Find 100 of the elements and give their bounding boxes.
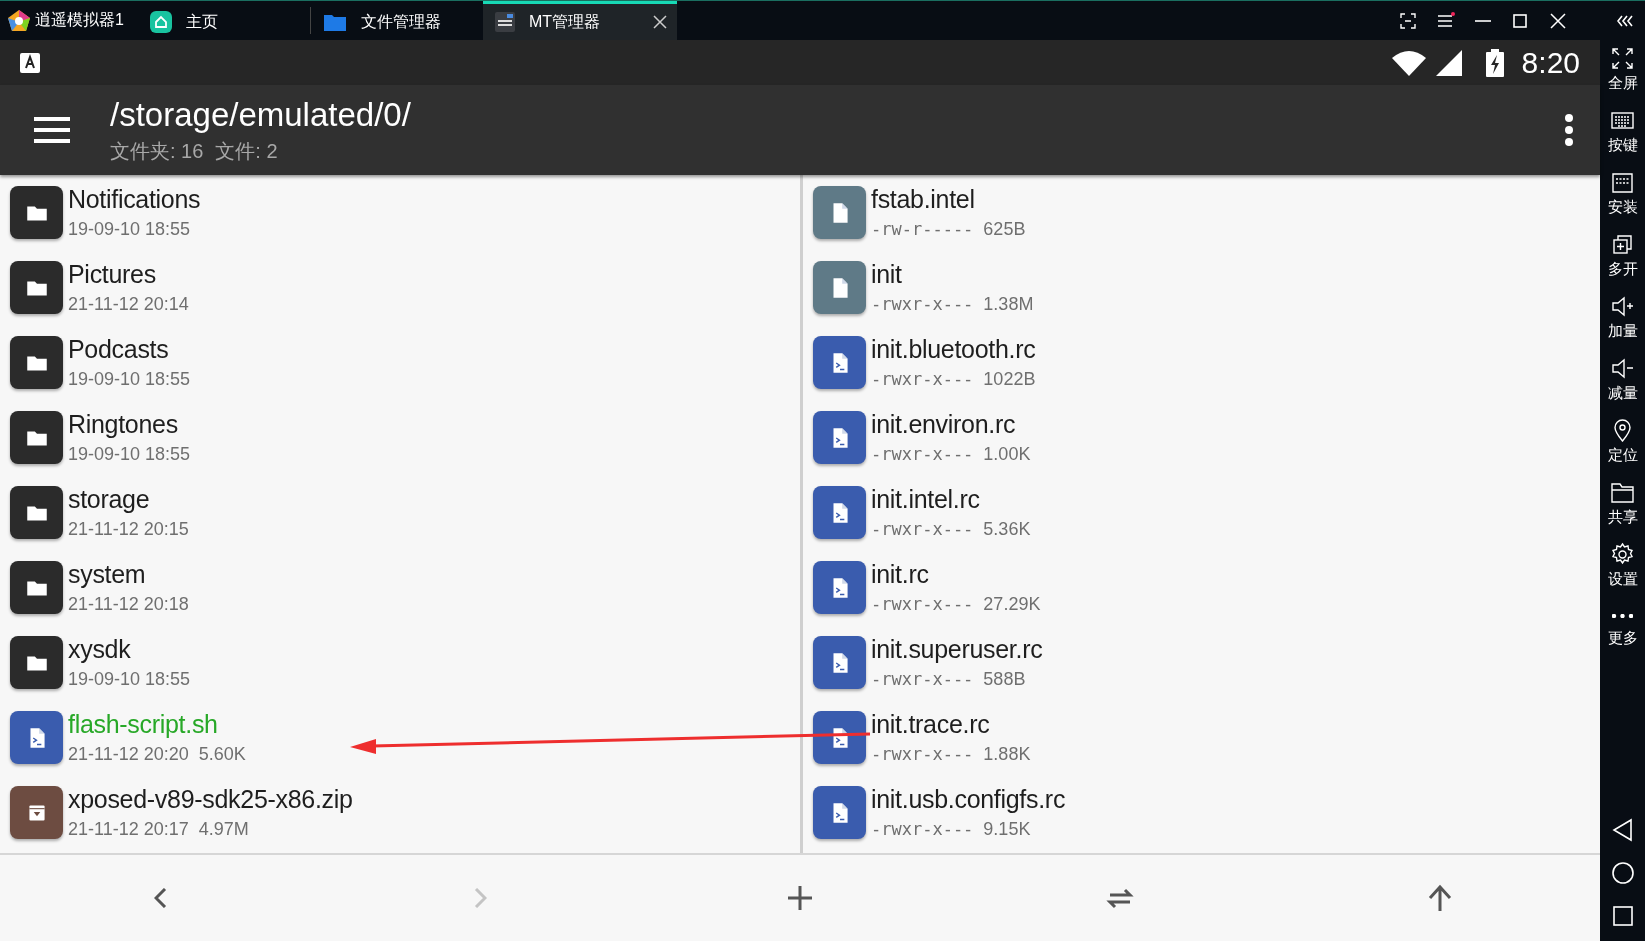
script-file-icon <box>813 411 866 464</box>
app-icon <box>494 12 515 32</box>
script-file-icon <box>10 711 63 764</box>
script-file-icon <box>813 336 866 389</box>
home-icon <box>149 11 172 33</box>
clock-time: 8:20 <box>1521 45 1580 80</box>
file-size: 9.15K <box>983 819 1031 840</box>
file-permissions: -rwxr-x--- <box>871 369 974 390</box>
folder-icon <box>10 336 63 389</box>
modified-date: 19-09-10 18:55 <box>68 369 191 390</box>
modified-date: 21-11-12 20:20 <box>68 744 189 765</box>
file-name[interactable]: Podcasts <box>68 335 191 364</box>
chevron-left-icon <box>153 888 167 908</box>
folder-count: 文件夹: 16 <box>110 138 204 164</box>
file-name[interactable]: init.trace.rc <box>871 710 1031 739</box>
file-name[interactable]: fstab.intel <box>871 185 1026 214</box>
minimize-button[interactable] <box>1475 19 1491 22</box>
file-icon <box>813 186 866 239</box>
file-name[interactable]: Notifications <box>68 185 201 214</box>
folder-icon <box>10 486 63 539</box>
modified-date: 21-11-12 20:15 <box>68 519 189 540</box>
close-icon <box>1549 11 1567 30</box>
file-permissions: -rwxr-x--- <box>871 294 974 315</box>
volume-up-icon <box>1610 294 1635 319</box>
sidebar-button[interactable]: 全屏 <box>1607 46 1638 108</box>
more-options-button[interactable] <box>1564 113 1574 147</box>
file-name[interactable]: init.rc <box>871 560 1041 589</box>
file-permissions: -rwxr-x--- <box>871 519 974 540</box>
script-file-icon <box>813 636 866 689</box>
file-name[interactable]: storage <box>68 485 189 514</box>
screenshot-button[interactable] <box>1399 11 1417 30</box>
home-nav-button[interactable] <box>1609 860 1636 886</box>
wifi-icon <box>1391 49 1426 76</box>
sidebar-button[interactable]: 更多 <box>1607 604 1638 666</box>
file-icon <box>813 261 866 314</box>
script-file-icon <box>813 561 866 614</box>
file-permissions: -rwxr-x--- <box>871 819 974 840</box>
file-size: 1.00K <box>983 444 1031 465</box>
circle-home-icon <box>1609 860 1636 886</box>
settings-icon <box>1610 542 1635 567</box>
file-size: 5.36K <box>983 519 1031 540</box>
menu-button[interactable] <box>1437 11 1455 30</box>
file-size: 625B <box>983 219 1026 240</box>
sidebar-button[interactable]: 减量 <box>1607 356 1638 418</box>
file-name[interactable]: xposed-v89-sdk25-x86.zip <box>68 785 353 814</box>
file-size: 27.29K <box>983 594 1041 615</box>
file-name[interactable]: Ringtones <box>68 410 191 439</box>
script-file-icon <box>813 786 866 839</box>
modified-date: 21-11-12 20:17 <box>68 819 189 840</box>
file-size: 1.88K <box>983 744 1031 765</box>
modified-date: 19-09-10 18:55 <box>68 444 191 465</box>
file-name[interactable]: init.superuser.rc <box>871 635 1043 664</box>
file-name[interactable]: init <box>871 260 1034 289</box>
maximize-icon <box>1511 11 1529 30</box>
sidebar-button[interactable]: 加量 <box>1607 294 1638 356</box>
file-size: 4.97M <box>198 819 249 840</box>
folder-icon <box>322 12 347 32</box>
maximize-button[interactable] <box>1511 11 1529 30</box>
folder-icon <box>10 636 63 689</box>
sidebar-button[interactable]: 安装 <box>1607 170 1638 232</box>
folder-icon <box>10 411 63 464</box>
window-tab[interactable]: MT管理器 <box>482 1 677 40</box>
menu-icon <box>1437 11 1455 30</box>
sidebar-button[interactable]: 按键 <box>1607 108 1638 170</box>
menu-button[interactable] <box>34 116 70 144</box>
sidebar-button[interactable]: 定位 <box>1607 418 1638 480</box>
file-name[interactable]: init.bluetooth.rc <box>871 335 1036 364</box>
sidebar-button[interactable]: 共享 <box>1607 480 1638 542</box>
file-size: 588B <box>983 669 1026 690</box>
volume-down-icon <box>1610 356 1635 381</box>
folder-icon <box>1610 480 1635 505</box>
file-size: 5.60K <box>198 744 246 765</box>
chevron-right-icon <box>473 888 487 908</box>
modified-date: 19-09-10 18:55 <box>68 669 191 690</box>
modified-date: 21-11-12 20:14 <box>68 294 189 315</box>
file-permissions: -rwxr-x--- <box>871 744 974 765</box>
file-name[interactable]: xysdk <box>68 635 191 664</box>
file-count: 文件: 2 <box>215 138 278 164</box>
archive-icon <box>10 786 63 839</box>
app-title: 逍遥模拟器1 <box>35 10 124 30</box>
screenshot-icon <box>1399 11 1417 30</box>
close-button[interactable] <box>1549 11 1567 30</box>
close-icon <box>652 15 667 29</box>
folder-icon <box>10 186 63 239</box>
file-name[interactable]: init.intel.rc <box>871 485 1031 514</box>
file-name[interactable]: init.usb.configfs.rc <box>871 785 1066 814</box>
file-name[interactable]: init.environ.rc <box>871 410 1031 439</box>
sidebar-button[interactable]: 多开 <box>1607 232 1638 294</box>
file-name[interactable]: Pictures <box>68 260 189 289</box>
current-path: /storage/emulated/0/ <box>110 95 412 134</box>
file-size: 1.38M <box>983 294 1034 315</box>
sidebar-button[interactable]: 设置 <box>1607 542 1638 604</box>
script-file-icon <box>813 486 866 539</box>
window-tab[interactable]: 主页 <box>137 1 310 40</box>
keyboard-notification-icon <box>20 52 40 73</box>
arrow-up-icon <box>1426 884 1454 912</box>
file-name[interactable]: system <box>68 560 189 589</box>
window-tab[interactable]: 文件管理器 <box>310 1 483 40</box>
fullscreen-icon <box>1610 46 1635 71</box>
more-vertical-icon <box>1564 113 1574 147</box>
